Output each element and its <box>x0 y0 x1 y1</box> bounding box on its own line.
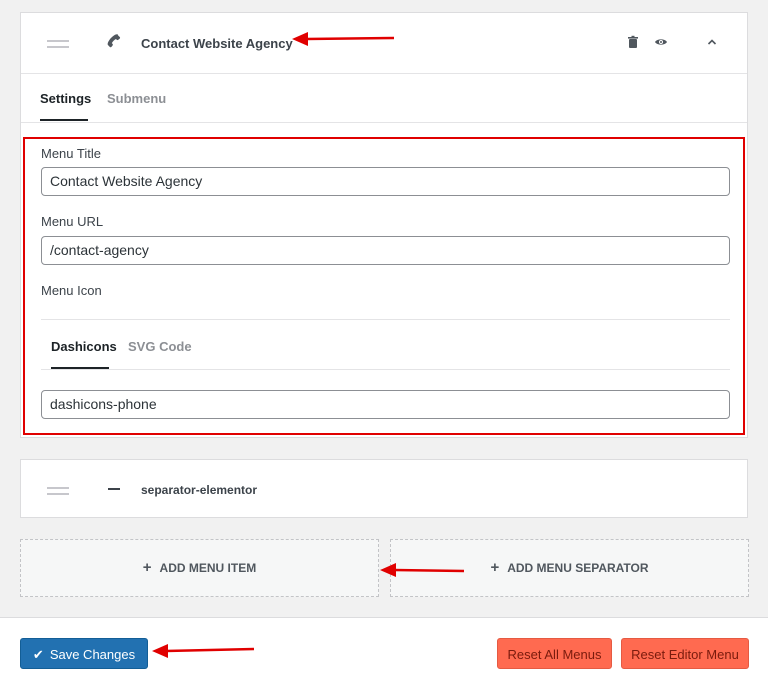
menu-url-label: Menu URL <box>41 214 104 229</box>
settings-panel: Menu Title Contact Website Agency Menu U… <box>23 137 745 435</box>
tab-submenu[interactable]: Submenu <box>107 91 166 106</box>
eye-icon[interactable] <box>654 35 668 49</box>
trash-icon[interactable] <box>626 35 640 49</box>
footer-bar: ✔ Save Changes Reset All Menus Reset Edit… <box>0 617 768 691</box>
menu-url-input[interactable]: /contact-agency <box>41 236 730 265</box>
divider <box>41 369 730 370</box>
plus-icon: + <box>142 559 152 576</box>
menu-item-tabs: Settings Submenu <box>21 74 747 123</box>
save-changes-label: Save Changes <box>49 647 136 662</box>
phone-icon <box>107 34 121 48</box>
reset-all-menus-button[interactable]: Reset All Menus <box>497 638 612 669</box>
add-menu-item-button[interactable]: + ADD MENU ITEM <box>20 539 379 597</box>
menu-icon-label: Menu Icon <box>41 283 102 298</box>
annotation-arrow <box>292 32 395 46</box>
menu-title-label: Menu Title <box>41 146 101 161</box>
icon-input[interactable]: dashicons-phone <box>41 390 730 419</box>
add-menu-item-label: ADD MENU ITEM <box>159 561 257 575</box>
reset-editor-menu-button[interactable]: Reset Editor Menu <box>621 638 749 669</box>
annotation-arrow <box>152 644 255 658</box>
check-icon: ✔ <box>32 647 44 662</box>
minus-icon <box>108 488 120 490</box>
plus-icon: + <box>490 559 500 576</box>
annotation-arrow <box>380 563 465 577</box>
tab-settings[interactable]: Settings <box>40 91 91 106</box>
save-changes-button[interactable]: ✔ Save Changes <box>20 638 148 669</box>
active-tab-indicator <box>40 119 88 121</box>
chevron-up-icon[interactable] <box>705 35 719 49</box>
menu-title-input[interactable]: Contact Website Agency <box>41 167 730 196</box>
tab-svg-code[interactable]: SVG Code <box>128 339 192 354</box>
drag-handle-icon[interactable] <box>47 40 69 48</box>
add-menu-separator-label: ADD MENU SEPARATOR <box>507 561 649 575</box>
tab-dashicons[interactable]: Dashicons <box>51 339 117 354</box>
menu-item-title: Contact Website Agency <box>141 36 293 51</box>
drag-handle-icon[interactable] <box>47 487 69 495</box>
menu-item-card: Contact Website Agency Settings Submenu … <box>20 12 748 438</box>
separator-item-title: separator-elementor <box>141 483 258 497</box>
separator-item-card[interactable]: separator-elementor <box>20 459 748 518</box>
divider <box>41 319 730 320</box>
